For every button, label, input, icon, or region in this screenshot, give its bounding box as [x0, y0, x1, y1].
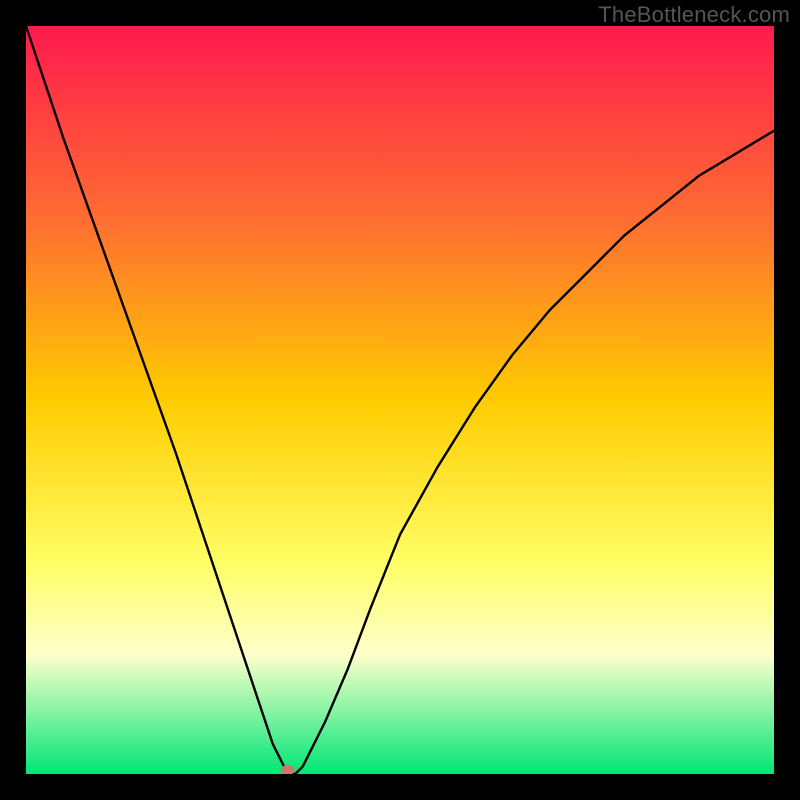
- chart-background: [26, 26, 774, 774]
- watermark-text: TheBottleneck.com: [598, 2, 790, 28]
- chart-frame: TheBottleneck.com: [0, 0, 800, 800]
- chart-svg: [26, 26, 774, 774]
- plot-area: [26, 26, 774, 774]
